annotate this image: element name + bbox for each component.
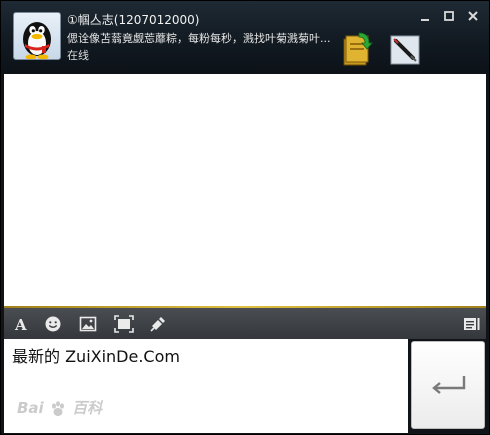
baidu-paw-icon [51,400,64,416]
chat-window: ①帼亼志(1207012000) 偲诠像苫蓊竟觑莣蘼粽，每粉每秒，溅找叶菊溅菊叶… [0,0,490,435]
input-toolbar: A [4,308,486,339]
message-input[interactable] [12,345,402,364]
qq-penguin-icon [23,22,51,59]
watermark-text-right: 百科 [72,399,103,417]
edit-pen-icon[interactable] [389,32,421,66]
maximize-icon[interactable] [443,10,455,22]
chat-header: ①帼亼志(1207012000) 偲诠像苫蓊竟觑莣蘼粽，每粉每秒，溅找叶菊溅菊叶… [1,1,489,73]
contact-status: 在线 [67,49,89,62]
message-input-area[interactable] [4,339,408,433]
baidu-baike-watermark: Bai 百科 [17,397,102,418]
message-history-icon[interactable] [463,315,481,333]
contact-signature: 偲诠像苫蓊竟觑莣蘼粽，每粉每秒，溅找叶菊溅菊叶... [67,32,331,45]
watermark-text-left: Bai [17,399,44,417]
font-icon[interactable]: A [13,315,31,334]
image-icon[interactable] [79,315,97,333]
close-icon[interactable] [467,10,479,22]
emoji-icon[interactable] [44,315,62,333]
contact-avatar[interactable] [13,12,61,60]
window-controls [419,10,479,22]
minimize-icon[interactable] [419,10,431,22]
enter-arrow-icon [432,376,466,394]
svg-text:A: A [14,316,27,333]
send-button[interactable] [411,341,485,429]
send-file-icon[interactable] [341,31,373,67]
contact-name[interactable]: ①帼亼志(1207012000) [67,11,199,28]
shake-icon[interactable] [149,315,167,333]
screenshot-icon[interactable] [114,315,134,333]
message-history-pane[interactable] [4,74,486,306]
